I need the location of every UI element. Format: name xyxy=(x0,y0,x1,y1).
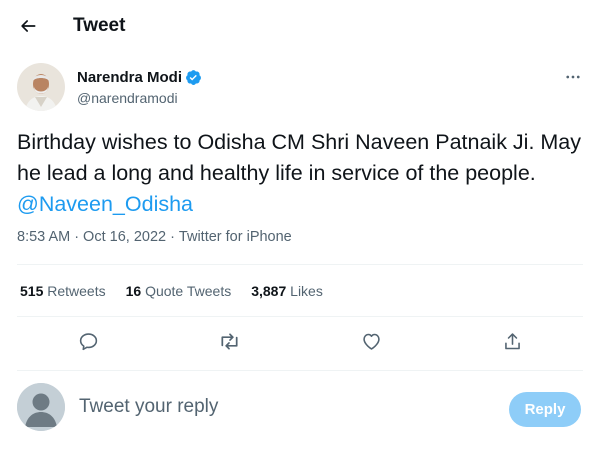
quote-tweets-label: Quote Tweets xyxy=(145,283,232,299)
reply-icon[interactable] xyxy=(75,328,101,354)
tweet-body: Birthday wishes to Odisha CM Shri Naveen… xyxy=(17,130,582,185)
avatar[interactable] xyxy=(17,63,65,111)
verified-badge-icon xyxy=(186,70,201,85)
divider xyxy=(17,370,583,371)
back-arrow-icon[interactable] xyxy=(14,12,42,40)
default-avatar-icon[interactable] xyxy=(17,383,65,431)
tweet-header: Tweet xyxy=(0,0,600,53)
retweets-count: 515 xyxy=(20,283,44,299)
author-name[interactable]: Narendra Modi xyxy=(77,69,182,86)
divider xyxy=(17,264,583,265)
reply-button[interactable]: Reply xyxy=(509,392,581,427)
likes-count: 3,887 xyxy=(251,283,287,299)
tweet-meta: 8:53 AM · Oct 16, 2022 · Twitter for iPh… xyxy=(17,229,292,245)
reply-composer: Reply xyxy=(0,374,600,452)
divider xyxy=(17,316,583,317)
mention-link[interactable]: @Naveen_Odisha xyxy=(17,192,193,216)
tweet-date[interactable]: Oct 16, 2022 xyxy=(83,229,166,245)
likes-label: Likes xyxy=(290,283,323,299)
quote-tweets-count: 16 xyxy=(125,283,142,299)
reply-input[interactable] xyxy=(79,396,479,418)
more-options-icon[interactable] xyxy=(563,67,583,87)
tweet-time[interactable]: 8:53 AM xyxy=(17,229,70,245)
tweet-author: Narendra Modi @narendramodi xyxy=(17,63,583,113)
like-heart-icon[interactable] xyxy=(358,328,384,354)
share-icon[interactable] xyxy=(499,328,525,354)
author-handle[interactable]: @narendramodi xyxy=(77,90,178,106)
retweet-icon[interactable] xyxy=(216,328,242,354)
retweets-stat[interactable]: 515 Retweets xyxy=(20,283,106,299)
tweet-stats: 515 Retweets 16 Quote Tweets 3,887 Likes xyxy=(20,283,343,299)
author-name-row: Narendra Modi xyxy=(77,69,202,86)
tweet-text: Birthday wishes to Odisha CM Shri Naveen… xyxy=(17,127,583,220)
meta-separator: · xyxy=(74,229,80,245)
likes-stat[interactable]: 3,887 Likes xyxy=(251,283,323,299)
tweet-source[interactable]: Twitter for iPhone xyxy=(179,229,292,245)
retweets-label: Retweets xyxy=(47,283,106,299)
page-title: Tweet xyxy=(73,15,126,36)
meta-separator: · xyxy=(170,229,175,245)
tweet-actions xyxy=(17,328,583,354)
quote-tweets-stat[interactable]: 16 Quote Tweets xyxy=(126,283,232,299)
